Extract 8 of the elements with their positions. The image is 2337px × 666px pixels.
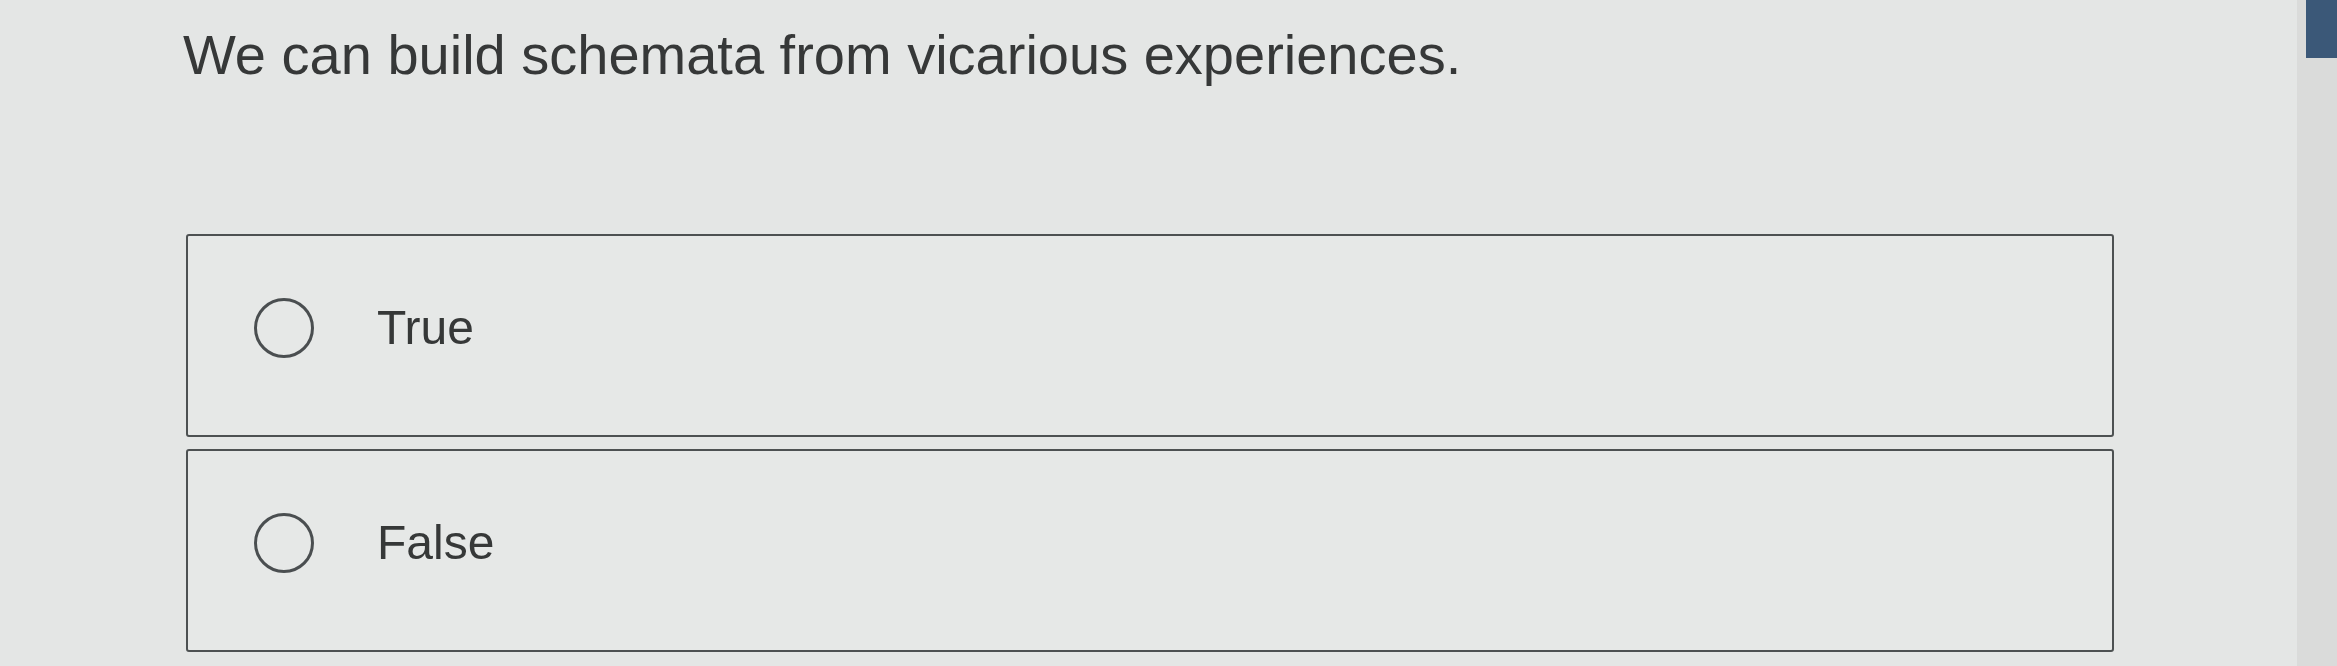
answer-option[interactable]: True: [186, 234, 2114, 437]
radio-button[interactable]: [254, 512, 314, 573]
edge-bar: [2306, 0, 2337, 58]
answer-option[interactable]: False: [186, 449, 2114, 652]
option-label: True: [377, 299, 474, 356]
radio-button[interactable]: [254, 297, 314, 358]
option-label: False: [377, 514, 495, 571]
question-text: We can build schemata from vicarious experiences.: [183, 24, 1462, 86]
